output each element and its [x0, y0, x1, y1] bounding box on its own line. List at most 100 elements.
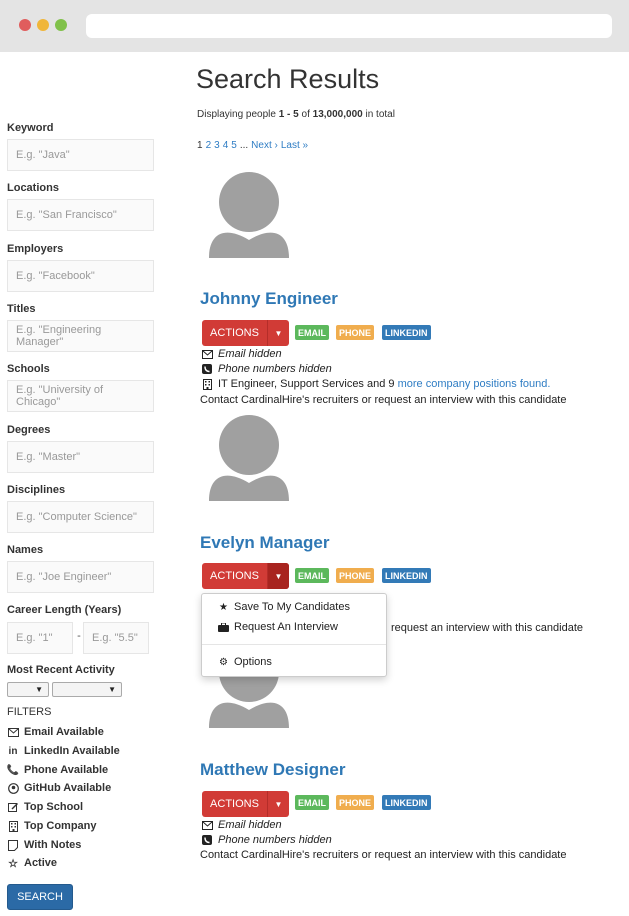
employers-label: Employers	[7, 243, 64, 255]
phone-badge: PHONE	[336, 325, 375, 340]
options-item[interactable]: ⚙ Options	[218, 656, 272, 668]
building-icon	[201, 378, 213, 390]
names-label: Names	[7, 544, 44, 556]
minimize-window-dot[interactable]	[37, 19, 49, 31]
filter-email-available[interactable]: Email Available	[7, 726, 104, 738]
filter-top-school[interactable]: Top School	[7, 801, 83, 813]
page-link-3[interactable]: 3	[214, 140, 220, 151]
actions-label: ACTIONS	[202, 320, 268, 346]
summary-mid: of	[298, 109, 313, 120]
filter-top-company[interactable]: Top Company	[7, 820, 97, 832]
page-last-link[interactable]: Last »	[281, 140, 308, 151]
filter-linkedin-available[interactable]: in LinkedIn Available	[7, 745, 120, 757]
pagination: 1 2 3 4 5... Next › Last »	[197, 140, 311, 151]
actions-button[interactable]: ACTIONS ▼	[202, 791, 289, 817]
briefcase-icon	[218, 622, 229, 632]
candidate-name[interactable]: Evelyn Manager	[200, 533, 329, 553]
titles-label: Titles	[7, 303, 36, 315]
phone-badge: PHONE	[336, 568, 375, 583]
names-input[interactable]: E.g. "Joe Engineer"	[7, 561, 154, 593]
keyword-input[interactable]: E.g. "Java"	[7, 139, 154, 171]
chevron-down-icon: ▼	[108, 685, 116, 694]
locations-input[interactable]: E.g. "San Francisco"	[7, 199, 154, 231]
filter-phone-available[interactable]: 📞 Phone Available	[7, 764, 108, 776]
filter-label: With Notes	[24, 839, 82, 851]
filter-label: Phone Available	[24, 764, 109, 776]
career-min-input[interactable]: E.g. "1"	[7, 622, 73, 654]
caret-down-icon[interactable]: ▼	[268, 563, 289, 589]
caret-down-icon[interactable]: ▼	[268, 791, 289, 817]
browser-chrome	[0, 0, 629, 52]
contact-text: Contact CardinalHire's recruiters or req…	[200, 849, 567, 861]
star-icon: ★	[219, 601, 228, 613]
more-positions-link[interactable]: more company positions found.	[398, 378, 551, 390]
activity-select-2[interactable]: ▼	[52, 682, 122, 697]
activity-select-1[interactable]: ▼	[7, 682, 49, 697]
chevron-down-icon: ▼	[35, 685, 43, 694]
page-current: 1	[197, 140, 203, 151]
save-to-candidates-item[interactable]: ★ Save To My Candidates	[218, 601, 350, 613]
address-bar[interactable]	[86, 14, 612, 38]
filter-label: Top Company	[24, 820, 97, 832]
page-link-5[interactable]: 5	[231, 140, 237, 151]
schools-input[interactable]: E.g. "University of Chicago"	[7, 380, 154, 412]
email-badge: EMAIL	[295, 325, 329, 340]
locations-label: Locations	[7, 182, 59, 194]
gear-icon: ⚙	[219, 656, 228, 668]
menu-item-label: Options	[234, 656, 272, 668]
phone-badge: PHONE	[336, 795, 375, 810]
page-next-link[interactable]: Next ›	[251, 140, 278, 151]
search-button[interactable]: SEARCH	[7, 884, 73, 910]
filter-with-notes[interactable]: With Notes	[7, 839, 81, 851]
linkedin-badge: LINKEDIN	[382, 568, 431, 583]
menu-item-label: Request An Interview	[234, 621, 338, 633]
star-icon: ☆	[8, 857, 18, 870]
caret-down-icon[interactable]: ▼	[268, 320, 289, 346]
email-status-text: Email hidden	[218, 819, 282, 831]
page-ellipsis: ...	[239, 140, 249, 151]
positions-text: IT Engineer, Support Services and 9	[218, 378, 398, 390]
disciplines-input[interactable]: E.g. "Computer Science"	[7, 501, 154, 533]
candidate-name[interactable]: Matthew Designer	[200, 760, 345, 780]
filter-github-available[interactable]: GitHub Available	[7, 782, 111, 794]
employers-input[interactable]: E.g. "Facebook"	[7, 260, 154, 292]
page-link-4[interactable]: 4	[223, 140, 229, 151]
email-status: Email hidden	[201, 348, 282, 360]
positions-info: IT Engineer, Support Services and 9 more…	[201, 378, 550, 390]
schools-label: Schools	[7, 363, 50, 375]
menu-divider	[202, 644, 386, 645]
contact-text: Contact CardinalHire's recruiters or req…	[200, 394, 567, 406]
titles-input[interactable]: E.g. "Engineering Manager"	[7, 320, 154, 352]
phone-status: Phone numbers hidden	[201, 834, 332, 846]
activity-label: Most Recent Activity	[7, 664, 115, 676]
maximize-window-dot[interactable]	[55, 19, 67, 31]
email-status-text: Email hidden	[218, 348, 282, 360]
envelope-icon	[201, 349, 213, 359]
edit-icon	[7, 801, 19, 813]
note-icon	[7, 839, 19, 851]
filter-label: Active	[24, 857, 58, 869]
actions-button[interactable]: ACTIONS ▼	[202, 563, 289, 589]
summary-suffix: in total	[362, 109, 395, 120]
close-window-dot[interactable]	[19, 19, 31, 31]
filter-active[interactable]: ☆ Active	[7, 857, 58, 870]
results-summary: Displaying people 1 - 5 of 13,000,000 in…	[197, 109, 395, 120]
page-link-2[interactable]: 2	[206, 140, 212, 151]
phone-icon	[201, 364, 213, 374]
degrees-label: Degrees	[7, 424, 51, 436]
email-badge: EMAIL	[295, 795, 329, 810]
phone-icon	[201, 835, 213, 845]
keyword-label: Keyword	[7, 122, 54, 134]
linkedin-icon: in	[8, 745, 18, 757]
degrees-input[interactable]: E.g. "Master"	[7, 441, 154, 473]
career-max-input[interactable]: E.g. "5.5"	[83, 622, 149, 654]
actions-button[interactable]: ACTIONS ▼	[202, 320, 289, 346]
avatar-icon	[209, 172, 289, 258]
request-interview-item[interactable]: Request An Interview	[218, 621, 338, 633]
actions-label: ACTIONS	[202, 791, 268, 817]
filter-label: Top School	[24, 801, 84, 813]
candidate-name[interactable]: Johnny Engineer	[200, 289, 338, 309]
filter-label: Email Available	[24, 726, 104, 738]
phone-status-text: Phone numbers hidden	[218, 834, 332, 846]
career-range-separator: -	[77, 630, 81, 642]
